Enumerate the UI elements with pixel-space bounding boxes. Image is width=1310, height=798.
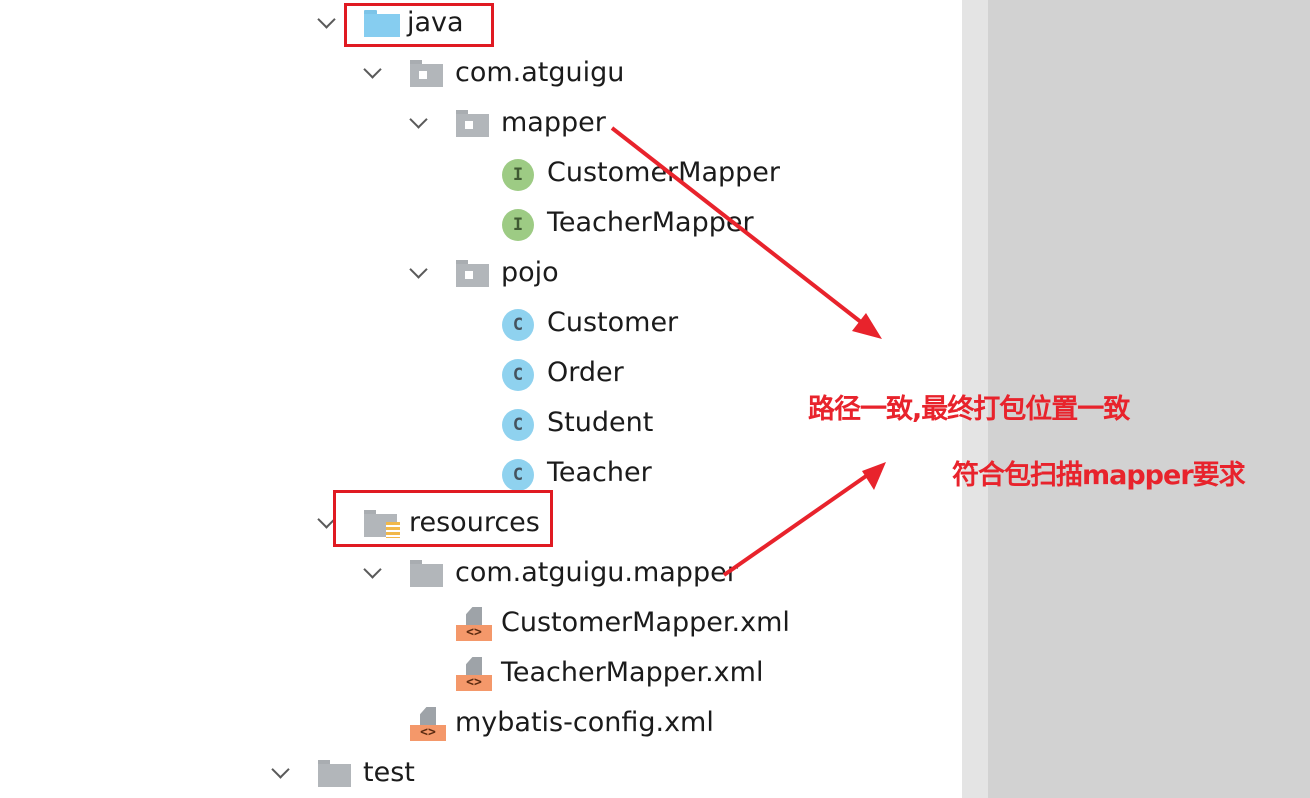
highlight-box-java (344, 3, 494, 47)
tree-node-label: com.atguigu (455, 57, 625, 88)
highlight-box-resources (333, 490, 553, 547)
tree-node-label: TeacherMapper.xml (501, 657, 764, 688)
chevron-down-icon[interactable] (365, 65, 379, 79)
class-icon: C (502, 359, 534, 391)
tree-node-label: Student (547, 407, 654, 438)
tree-node-mybatis-config-xml[interactable]: <> mybatis-config.xml (0, 700, 960, 750)
chevron-down-icon[interactable] (411, 265, 425, 279)
tree-node-label: Order (547, 357, 624, 388)
tree-node-teacher-mapper[interactable]: I TeacherMapper (0, 200, 960, 250)
project-view: java com.atguigu mapper I CustomerMapper… (0, 0, 1310, 798)
tree-node-label: pojo (501, 257, 559, 288)
interface-icon: I (502, 209, 534, 241)
tree-node-teacher-mapper-xml[interactable]: <> TeacherMapper.xml (0, 650, 960, 700)
tree-node-pojo[interactable]: pojo (0, 250, 960, 300)
tree-node-label: CustomerMapper (547, 157, 780, 188)
interface-icon: I (502, 159, 534, 191)
chevron-down-icon[interactable] (365, 565, 379, 579)
package-icon (456, 260, 492, 290)
tree-node-mapper[interactable]: mapper (0, 100, 960, 150)
tree-node-label: test (363, 757, 415, 788)
chevron-down-icon[interactable] (319, 515, 333, 529)
tree-node-label: mapper (501, 107, 606, 138)
chevron-down-icon[interactable] (273, 765, 287, 779)
chevron-down-icon[interactable] (411, 115, 425, 129)
class-icon: C (502, 309, 534, 341)
xml-file-icon: <> (456, 607, 492, 643)
tree-node-label: Customer (547, 307, 679, 338)
tree-node-label: com.atguigu.mapper (455, 557, 738, 588)
annotation-note-path: 路径一致,最终打包位置一致 (808, 394, 1130, 425)
xml-file-icon: <> (410, 707, 446, 743)
folder-icon (318, 760, 354, 790)
package-icon (456, 110, 492, 140)
chevron-down-icon[interactable] (319, 15, 333, 29)
class-icon: C (502, 409, 534, 441)
tree-node-customer-mapper[interactable]: I CustomerMapper (0, 150, 960, 200)
tree-node-customer-mapper-xml[interactable]: <> CustomerMapper.xml (0, 600, 960, 650)
class-icon: C (502, 459, 534, 491)
tree-node-customer[interactable]: C Customer (0, 300, 960, 350)
tree-node-com-atguigu-mapper[interactable]: com.atguigu.mapper (0, 550, 960, 600)
tree-node-label: mybatis-config.xml (455, 707, 714, 738)
tree-node-label: CustomerMapper.xml (501, 607, 790, 638)
tree-node-label: TeacherMapper (547, 207, 754, 238)
xml-file-icon: <> (456, 657, 492, 693)
tree-node-com-atguigu[interactable]: com.atguigu (0, 50, 960, 100)
tree-node-label: Teacher (547, 457, 652, 488)
annotation-note-scan: 符合包扫描mapper要求 (952, 460, 1246, 491)
folder-icon (410, 560, 446, 590)
package-icon (410, 60, 446, 90)
tree-node-test[interactable]: test (0, 750, 960, 798)
